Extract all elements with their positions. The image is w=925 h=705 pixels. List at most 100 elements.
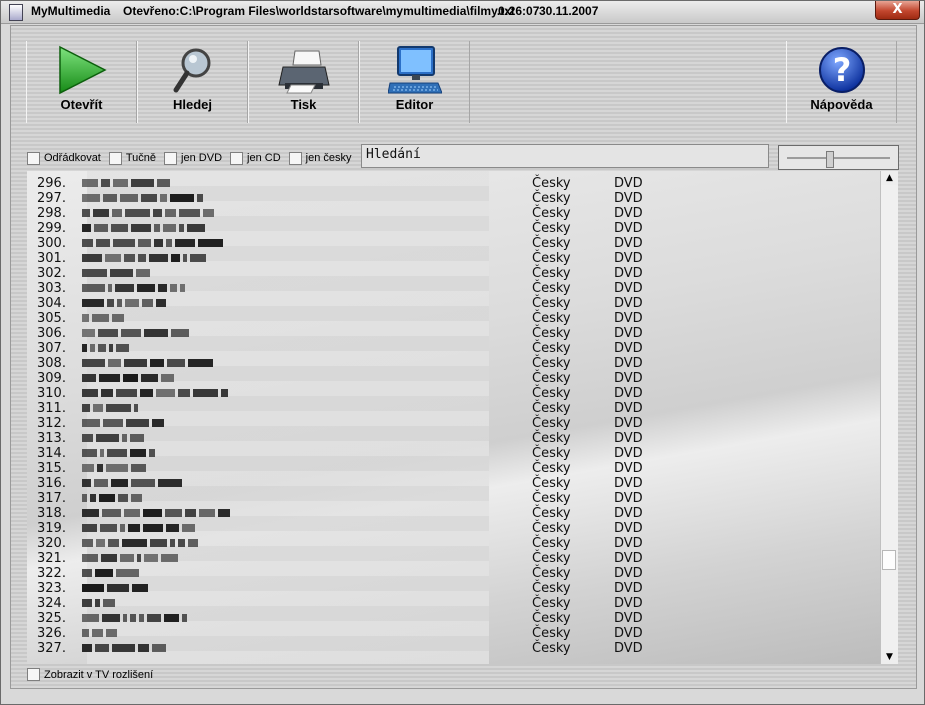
scroll-thumb[interactable] [882, 550, 896, 570]
list-item[interactable]: 318. Česky DVD [27, 506, 880, 521]
list-item[interactable]: 314. Česky DVD [27, 446, 880, 461]
dvd-only-checkbox[interactable]: jen DVD [164, 151, 222, 165]
list-item[interactable]: 311. Česky DVD [27, 401, 880, 416]
redacted-title [82, 464, 149, 472]
editor-button[interactable]: Editor [359, 41, 470, 123]
redacted-title [82, 329, 192, 337]
title-bar[interactable]: MyMultimedia Otevřeno:C:\Program Files\w… [1, 1, 924, 24]
media-cell: DVD [614, 341, 643, 356]
language-cell: Česky [532, 566, 571, 581]
bold-checkbox[interactable]: Tučně [108, 151, 157, 165]
help-button[interactable]: ? Nápověda [786, 41, 897, 123]
row-number: 299. [37, 221, 66, 236]
checkbox-box[interactable] [164, 151, 178, 165]
language-cell: Česky [532, 506, 571, 521]
close-button[interactable]: X [875, 1, 920, 20]
list-item[interactable]: 296. Česky DVD [27, 176, 880, 191]
language-cell: Česky [532, 296, 571, 311]
checkbox-box[interactable] [230, 151, 244, 165]
language-cell: Česky [532, 521, 571, 536]
row-number: 298. [37, 206, 66, 221]
row-number: 296. [37, 176, 66, 191]
open-button[interactable]: Otevřít [26, 41, 137, 123]
cd-only-checkbox[interactable]: jen CD [230, 151, 281, 165]
list-item[interactable]: 309. Česky DVD [27, 371, 880, 386]
scroll-up-button[interactable]: ▲ [881, 171, 898, 185]
main-panel: Otevřít Hledej Tisk Editor ? Nápověda Od… [10, 25, 917, 689]
toolbar: Otevřít Hledej Tisk Editor [26, 41, 470, 123]
redacted-title [82, 374, 177, 382]
redacted-title [82, 494, 145, 502]
redacted-title [82, 644, 169, 652]
list-item[interactable]: 327. Česky DVD [27, 641, 880, 656]
list-item[interactable]: 307. Česky DVD [27, 341, 880, 356]
list-item[interactable]: 303. Česky DVD [27, 281, 880, 296]
search-button[interactable]: Hledej [137, 41, 248, 123]
row-number: 323. [37, 581, 66, 596]
bold-label: Tučně [125, 152, 157, 164]
list-item[interactable]: 310. Česky DVD [27, 386, 880, 401]
tv-mode-checkbox[interactable]: Zobrazit v TV rozlišení [27, 668, 153, 681]
slider-thumb[interactable] [826, 151, 834, 168]
list-item[interactable]: 313. Česky DVD [27, 431, 880, 446]
language-cell: Česky [532, 476, 571, 491]
checkbox-box[interactable] [108, 151, 122, 165]
language-cell: Česky [532, 386, 571, 401]
redacted-title [82, 359, 216, 367]
list-item[interactable]: 319. Česky DVD [27, 521, 880, 536]
czech-only-checkbox[interactable]: jen česky [288, 151, 352, 165]
zoom-slider[interactable] [778, 145, 899, 170]
search-text: Hledání [366, 147, 421, 162]
language-cell: Česky [532, 491, 571, 506]
row-number: 303. [37, 281, 66, 296]
redacted-title [82, 629, 120, 637]
list-item[interactable]: 322. Česky DVD [27, 566, 880, 581]
list-item[interactable]: 324. Česky DVD [27, 596, 880, 611]
list-item[interactable]: 305. Česky DVD [27, 311, 880, 326]
language-cell: Česky [532, 416, 571, 431]
vertical-scrollbar[interactable]: ▲ ▼ [880, 171, 898, 664]
row-number: 307. [37, 341, 66, 356]
redacted-title [82, 224, 208, 232]
list-item[interactable]: 321. Česky DVD [27, 551, 880, 566]
list-item[interactable]: 299. Česky DVD [27, 221, 880, 236]
scroll-down-button[interactable]: ▼ [881, 650, 898, 664]
redacted-title [82, 419, 167, 427]
list-item[interactable]: 308. Česky DVD [27, 356, 880, 371]
list-item[interactable]: 302. Česky DVD [27, 266, 880, 281]
language-cell: Česky [532, 536, 571, 551]
checkbox-box[interactable] [27, 151, 40, 165]
list-item[interactable]: 315. Česky DVD [27, 461, 880, 476]
print-button[interactable]: Tisk [248, 41, 359, 123]
language-cell: Česky [532, 551, 571, 566]
media-cell: DVD [614, 311, 643, 326]
language-cell: Česky [532, 341, 571, 356]
list-item[interactable]: 320. Česky DVD [27, 536, 880, 551]
list-item[interactable]: 301. Česky DVD [27, 251, 880, 266]
media-cell: DVD [614, 356, 643, 371]
app-icon [9, 4, 23, 21]
redacted-title [82, 389, 231, 397]
search-input[interactable]: Hledání [361, 144, 769, 168]
checkbox-box[interactable] [27, 668, 40, 681]
clock-date: 30.11.2007 [539, 4, 599, 18]
list-item[interactable]: 306. Česky DVD [27, 326, 880, 341]
movie-list[interactable]: 296. Česky DVD 297. Česky DVD 298. Česky DVD 299.… [27, 171, 880, 664]
checkbox-box[interactable] [288, 151, 302, 165]
list-item[interactable]: 326. Česky DVD [27, 626, 880, 641]
list-item[interactable]: 297. Česky DVD [27, 191, 880, 206]
redacted-title [82, 524, 198, 532]
list-item[interactable]: 304. Česky DVD [27, 296, 880, 311]
list-item[interactable]: 325. Česky DVD [27, 611, 880, 626]
media-cell: DVD [614, 596, 643, 611]
list-item[interactable]: 317. Česky DVD [27, 491, 880, 506]
row-number: 319. [37, 521, 66, 536]
row-number: 305. [37, 311, 66, 326]
wrap-checkbox[interactable]: Odřádkovat [27, 151, 101, 165]
list-item[interactable]: 323. Česky DVD [27, 581, 880, 596]
list-item[interactable]: 312. Česky DVD [27, 416, 880, 431]
list-item[interactable]: 298. Česky DVD [27, 206, 880, 221]
list-rows: 296. Česky DVD 297. Česky DVD 298. Česky DVD 299.… [27, 176, 880, 656]
list-item[interactable]: 316. Česky DVD [27, 476, 880, 491]
list-item[interactable]: 300. Česky DVD [27, 236, 880, 251]
